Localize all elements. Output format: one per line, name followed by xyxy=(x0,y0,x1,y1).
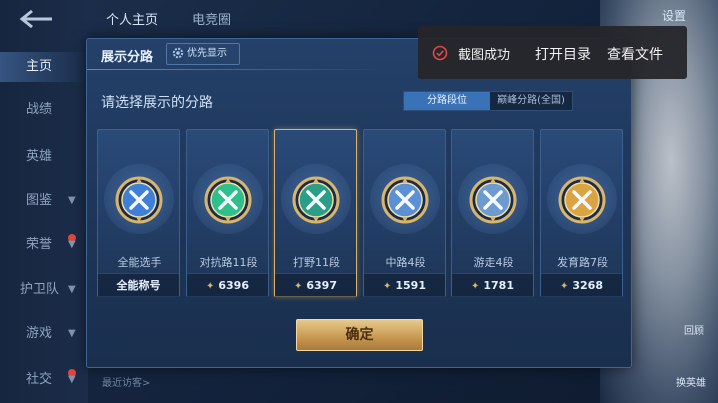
sidebar-item-label: 英雄 xyxy=(26,149,53,164)
confirm-button[interactable]: 确定 xyxy=(296,319,423,351)
sidebar-item-label: 荣誉 xyxy=(26,237,53,252)
sidebar-item-game[interactable]: 游戏 ▼ xyxy=(0,319,88,349)
lane-card-score: 3268 xyxy=(572,279,603,292)
lane-card[interactable]: 打野11段 ✦ 6397 xyxy=(274,129,357,297)
sidebar-item-heroes[interactable]: 英雄 xyxy=(0,142,88,172)
lane-card[interactable]: 中路4段 ✦ 1591 xyxy=(363,129,446,297)
priority-display-button[interactable]: 优先显示 xyxy=(166,43,240,65)
lane-card-name: 中路4段 xyxy=(385,256,426,269)
lane-card-name: 发育路7段 xyxy=(557,256,608,269)
back-arrow-icon[interactable] xyxy=(18,8,58,30)
settings-button[interactable]: 设置 xyxy=(650,6,698,26)
check-circle-icon xyxy=(432,45,448,61)
chevron-down-icon: ▼ xyxy=(68,195,76,206)
lane-card-score: 1591 xyxy=(395,279,426,292)
lane-card-name: 游走4段 xyxy=(473,256,514,269)
allround-badge-icon xyxy=(115,176,163,224)
review-label[interactable]: 回顾 xyxy=(684,322,704,337)
star-points-icon: ✦ xyxy=(470,281,480,292)
sidebar-item-guard-team[interactable]: 护卫队 ▼ xyxy=(0,275,88,305)
select-lane-prompt: 请选择展示的分路 xyxy=(101,95,213,111)
lane-card-score: 6396 xyxy=(218,279,249,292)
dialog-title: 展示分路 xyxy=(101,50,154,65)
lane-card-name: 打野11段 xyxy=(293,256,340,269)
sidebar: 主页 战绩 英雄 图鉴 ▼ 荣誉 ▼ 护卫队 ▼ 游戏 ▼ 社交 ▼ xyxy=(0,0,88,403)
lane-card-footer: ✦ 1781 xyxy=(452,273,533,297)
tab-lane-rank[interactable]: 分路段位 xyxy=(404,92,490,110)
chevron-down-icon: ▼ xyxy=(68,239,76,250)
lane-card-name: 全能选手 xyxy=(117,256,162,269)
sidebar-item-home[interactable]: 主页 xyxy=(0,52,88,82)
star-points-icon: ✦ xyxy=(382,281,392,292)
sidebar-item-label: 护卫队 xyxy=(20,282,60,297)
sidebar-item-label: 游戏 xyxy=(26,326,53,341)
lane-card[interactable]: 全能选手 全能称号 xyxy=(97,129,180,297)
mid-lane-badge-icon xyxy=(381,176,429,224)
sidebar-item-records[interactable]: 战绩 xyxy=(0,95,88,125)
clash-lane-badge-icon xyxy=(204,176,252,224)
lane-type-toggle: 分路段位 巅峰分路(全国) xyxy=(403,91,573,111)
toast-status: 截图成功 xyxy=(458,48,511,63)
sidebar-item-label: 战绩 xyxy=(26,102,53,117)
open-directory-button[interactable]: 打开目录 xyxy=(535,44,591,64)
priority-display-label: 优先显示 xyxy=(187,48,227,59)
star-points-icon: ✦ xyxy=(205,281,215,292)
lane-card-footer: ✦ 1591 xyxy=(364,273,445,297)
farm-lane-badge-icon xyxy=(558,176,606,224)
lane-card-footer: ✦ 3268 xyxy=(541,273,622,297)
view-file-button[interactable]: 查看文件 xyxy=(607,44,663,64)
jungle-badge-icon xyxy=(292,176,340,224)
lane-card-footer: ✦ 6396 xyxy=(187,273,268,297)
lane-card-score: 6397 xyxy=(306,279,337,292)
switch-hero-label[interactable]: 换英雄 xyxy=(676,374,706,389)
sidebar-item-label: 社交 xyxy=(26,372,53,387)
lane-card[interactable]: 游走4段 ✦ 1781 xyxy=(451,129,534,297)
chevron-down-icon: ▼ xyxy=(68,284,76,295)
sidebar-item-codex[interactable]: 图鉴 ▼ xyxy=(0,186,88,216)
lane-card-score: 1781 xyxy=(483,279,514,292)
tab-peak-lane[interactable]: 巅峰分路(全国) xyxy=(490,92,572,110)
chevron-down-icon: ▼ xyxy=(68,374,76,385)
chevron-down-icon: ▼ xyxy=(68,328,76,339)
lane-card-score: 全能称号 xyxy=(116,279,161,292)
screenshot-toast: 截图成功 打开目录 查看文件 xyxy=(418,26,687,79)
lane-card-name: 对抗路11段 xyxy=(199,256,258,269)
lane-card-footer: 全能称号 xyxy=(98,273,179,297)
star-points-icon: ✦ xyxy=(559,281,569,292)
sidebar-item-label: 主页 xyxy=(26,59,53,74)
lane-card[interactable]: 发育路7段 ✦ 3268 xyxy=(540,129,623,297)
sidebar-item-social[interactable]: 社交 ▼ xyxy=(0,365,88,395)
recent-visitors-link[interactable]: 最近访客> xyxy=(102,374,150,389)
lane-display-dialog: 展示分路 优先显示 请选择展示的分路 分路段位 巅峰分路(全国) 全能选手全能称… xyxy=(86,38,632,368)
gear-icon xyxy=(172,47,184,59)
divider xyxy=(87,69,387,70)
sidebar-item-label: 图鉴 xyxy=(26,193,53,208)
roam-badge-icon xyxy=(469,176,517,224)
lane-card-footer: ✦ 6397 xyxy=(275,273,356,297)
star-points-icon: ✦ xyxy=(293,281,303,292)
sidebar-item-honor[interactable]: 荣誉 ▼ xyxy=(0,230,88,260)
tab-esports[interactable]: 电竞圈 xyxy=(178,8,245,34)
tab-profile[interactable]: 个人主页 xyxy=(92,8,172,34)
lane-card[interactable]: 对抗路11段 ✦ 6396 xyxy=(186,129,269,297)
